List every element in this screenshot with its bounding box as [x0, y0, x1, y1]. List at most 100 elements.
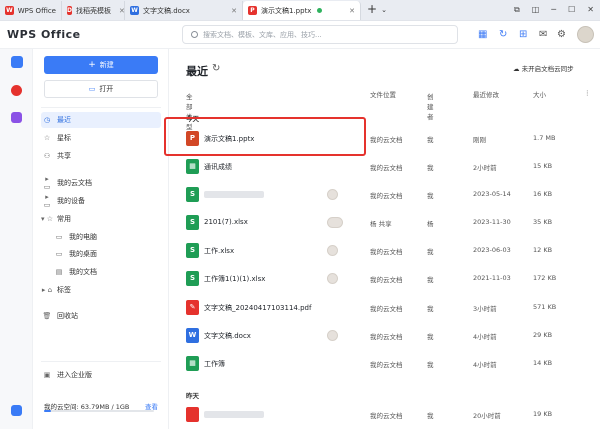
new-button[interactable]: + 新建: [44, 56, 158, 74]
chevron-down-icon: ⌄: [427, 91, 433, 99]
sidebar-divider: [41, 107, 161, 108]
sheet-file-icon: S: [186, 215, 199, 230]
doc-file-icon: W: [186, 328, 199, 343]
file-creator: 杨: [427, 220, 434, 228]
tab-close-icon[interactable]: ✕: [111, 7, 125, 15]
enterprise-link[interactable]: ▣ 进入企业版: [41, 367, 161, 383]
open-button[interactable]: ▭ 打开: [44, 80, 158, 98]
file-row[interactable]: S 2101(7).xlsx 杨 共享 杨 2023-11-30 35 KB: [169, 209, 600, 237]
maximize-icon[interactable]: ☐: [568, 5, 575, 14]
file-size: 571 KB: [533, 303, 557, 311]
file-location: 我的云文档: [370, 248, 403, 256]
file-modified: 20小时前: [473, 412, 501, 420]
avatar[interactable]: [577, 26, 594, 43]
modified-column-header[interactable]: 最近修改: [473, 89, 499, 99]
tab-2[interactable]: W 文字文稿.docx ✕: [125, 1, 243, 20]
enterprise-icon: ▣: [43, 371, 51, 379]
storage-bar-fill: [44, 410, 51, 412]
file-name: 工作簿: [204, 360, 225, 368]
file-size: 29 KB: [533, 331, 553, 339]
restore-icon[interactable]: ⧉: [514, 5, 520, 15]
cloud-sync-icon[interactable]: ↻: [499, 29, 507, 40]
star-icon: ☆: [43, 134, 51, 142]
tag-icon: ▸ ⌂: [41, 286, 53, 294]
sidebar-item-label: 我的桌面: [69, 250, 97, 258]
sidebar-item-0[interactable]: ◷ 最近: [41, 112, 161, 128]
tab-close-icon[interactable]: ✕: [341, 7, 355, 15]
file-location: 我的云文档: [370, 412, 403, 420]
sidebar: + 新建 ▭ 打开 ◷ 最近 ☆ 星标 ⚇ 共享 ▸ ▭ 我的云文档 ▸ ▭ 我的设备 ▾ ☆ 常用 ▭ 我的…: [33, 49, 169, 429]
file-row[interactable]: S 工作簿1(1)(1).xlsx 我的云文档 我 2021-11-03 172 KB: [169, 265, 600, 293]
shared-avatar: [327, 273, 338, 284]
cloud-sync-status[interactable]: ☁ 未开启文档云同步: [513, 63, 574, 73]
sidebar-item-7[interactable]: ▭ 我的桌面: [53, 246, 161, 262]
open-button-label: 打开: [99, 85, 114, 93]
file-name: 工作.xlsx: [204, 247, 235, 255]
sidebar-item-4[interactable]: ▸ ▭ 我的设备: [41, 193, 161, 209]
unsaved-dot-icon: [317, 8, 323, 13]
file-row[interactable]: ▦ 工作簿 我的云文档 我 4小时前 14 KB: [169, 350, 600, 378]
file-modified: 2023-05-14: [473, 190, 511, 198]
file-name: 2101(7).xlsx: [204, 218, 248, 226]
new-tab-button[interactable]: +: [367, 2, 377, 16]
tab-label: 文字文稿.docx: [143, 6, 190, 15]
sidebar-item-1[interactable]: ☆ 星标: [41, 130, 161, 146]
file-creator: 我: [427, 192, 434, 200]
mail-icon[interactable]: ✉: [539, 29, 547, 40]
trash-icon: 🗑: [42, 312, 52, 320]
device-icon: ▸ ▭: [43, 193, 51, 209]
file-creator: 我: [427, 248, 434, 256]
apps-rail-icon[interactable]: [11, 112, 22, 123]
sidebar-item-10[interactable]: 🗑 回收站: [41, 308, 161, 324]
settings-icon[interactable]: ⚙: [557, 29, 566, 40]
sidebar-item-2[interactable]: ⚇ 共享: [41, 148, 161, 164]
grid-icon[interactable]: ▦: [478, 29, 487, 40]
file-size: 35 KB: [533, 218, 553, 226]
file-creator: 我: [427, 164, 434, 172]
sidebar-item-3[interactable]: ▸ ▭ 我的云文档: [41, 175, 161, 191]
tab-close-icon[interactable]: ✕: [223, 7, 237, 15]
tab-label: 找稻壳模板: [75, 6, 111, 15]
ppt-icon: P: [248, 6, 257, 15]
documents-rail-icon[interactable]: [11, 56, 23, 68]
sheet-file-icon: S: [186, 243, 199, 258]
file-row[interactable]: S 工作.xlsx 我的云文档 我 2023-06-03 12 KB: [169, 237, 600, 265]
search-input[interactable]: 搜索文档、模板、文库、应用、技巧...: [182, 25, 458, 44]
group-label-yesterday: 昨天: [186, 392, 199, 400]
tab-1[interactable]: D 找稻壳模板 ✕: [62, 1, 125, 20]
sidebar-item-9[interactable]: ▸ ⌂ 标签: [41, 282, 161, 298]
sidebar-item-6[interactable]: ▭ 我的电脑: [53, 229, 161, 245]
file-row[interactable]: 我的云文档 我 20小时前 19 KB: [169, 401, 600, 429]
sidebar-item-label: 我的设备: [57, 197, 85, 205]
sidebar-item-label: 最近: [57, 116, 71, 124]
size-column-header[interactable]: 大小: [533, 89, 546, 99]
file-row[interactable]: ▦ 通讯成绩 我的云文档 我 2小时前 15 KB: [169, 153, 600, 181]
pdf-file-icon: ✎: [186, 300, 199, 315]
tab-label: WPS Office: [17, 6, 56, 15]
docer-rail-icon[interactable]: [11, 85, 22, 96]
tab-list-chevron-icon[interactable]: ⌄: [381, 6, 387, 14]
wps-logo-icon: W: [5, 6, 14, 15]
location-column-header[interactable]: 文件位置: [370, 89, 396, 99]
sidebar-item-label: 我的云文档: [57, 179, 92, 187]
tab-3[interactable]: P 演示文稿1.pptx ✕: [243, 1, 361, 20]
file-row[interactable]: W 文字文稿.docx 我的云文档 我 4小时前 29 KB: [169, 322, 600, 350]
blurred-filename: [204, 191, 264, 198]
file-row[interactable]: ✎ 文字文稿_20240417103114.pdf 我的云文档 我 3小时前 571 KB: [169, 294, 600, 322]
apps-icon[interactable]: ⊞: [519, 29, 527, 40]
file-row[interactable]: S 我的云文档 我 2023-05-14 16 KB: [169, 181, 600, 209]
window-controls: ⧉ ◫ ─ ☐ ✕: [514, 0, 600, 20]
sidebar-item-5[interactable]: ▾ ☆ 常用: [41, 211, 161, 227]
search-icon: [191, 31, 198, 38]
minimize-icon[interactable]: ─: [551, 5, 556, 14]
plus-icon: +: [88, 60, 96, 70]
tab-0[interactable]: W WPS Office: [0, 1, 62, 20]
close-icon[interactable]: ✕: [587, 5, 594, 14]
sidebar-item-8[interactable]: ▤ 我的文档: [53, 264, 161, 280]
column-settings-icon[interactable]: ⋮: [584, 89, 591, 97]
refresh-icon[interactable]: ↻: [212, 63, 220, 74]
cloud-off-icon: ☁: [513, 65, 522, 73]
skin-icon[interactable]: ◫: [532, 5, 540, 14]
file-modified: 4小时前: [473, 361, 497, 369]
cloud-rail-icon[interactable]: [11, 405, 22, 416]
